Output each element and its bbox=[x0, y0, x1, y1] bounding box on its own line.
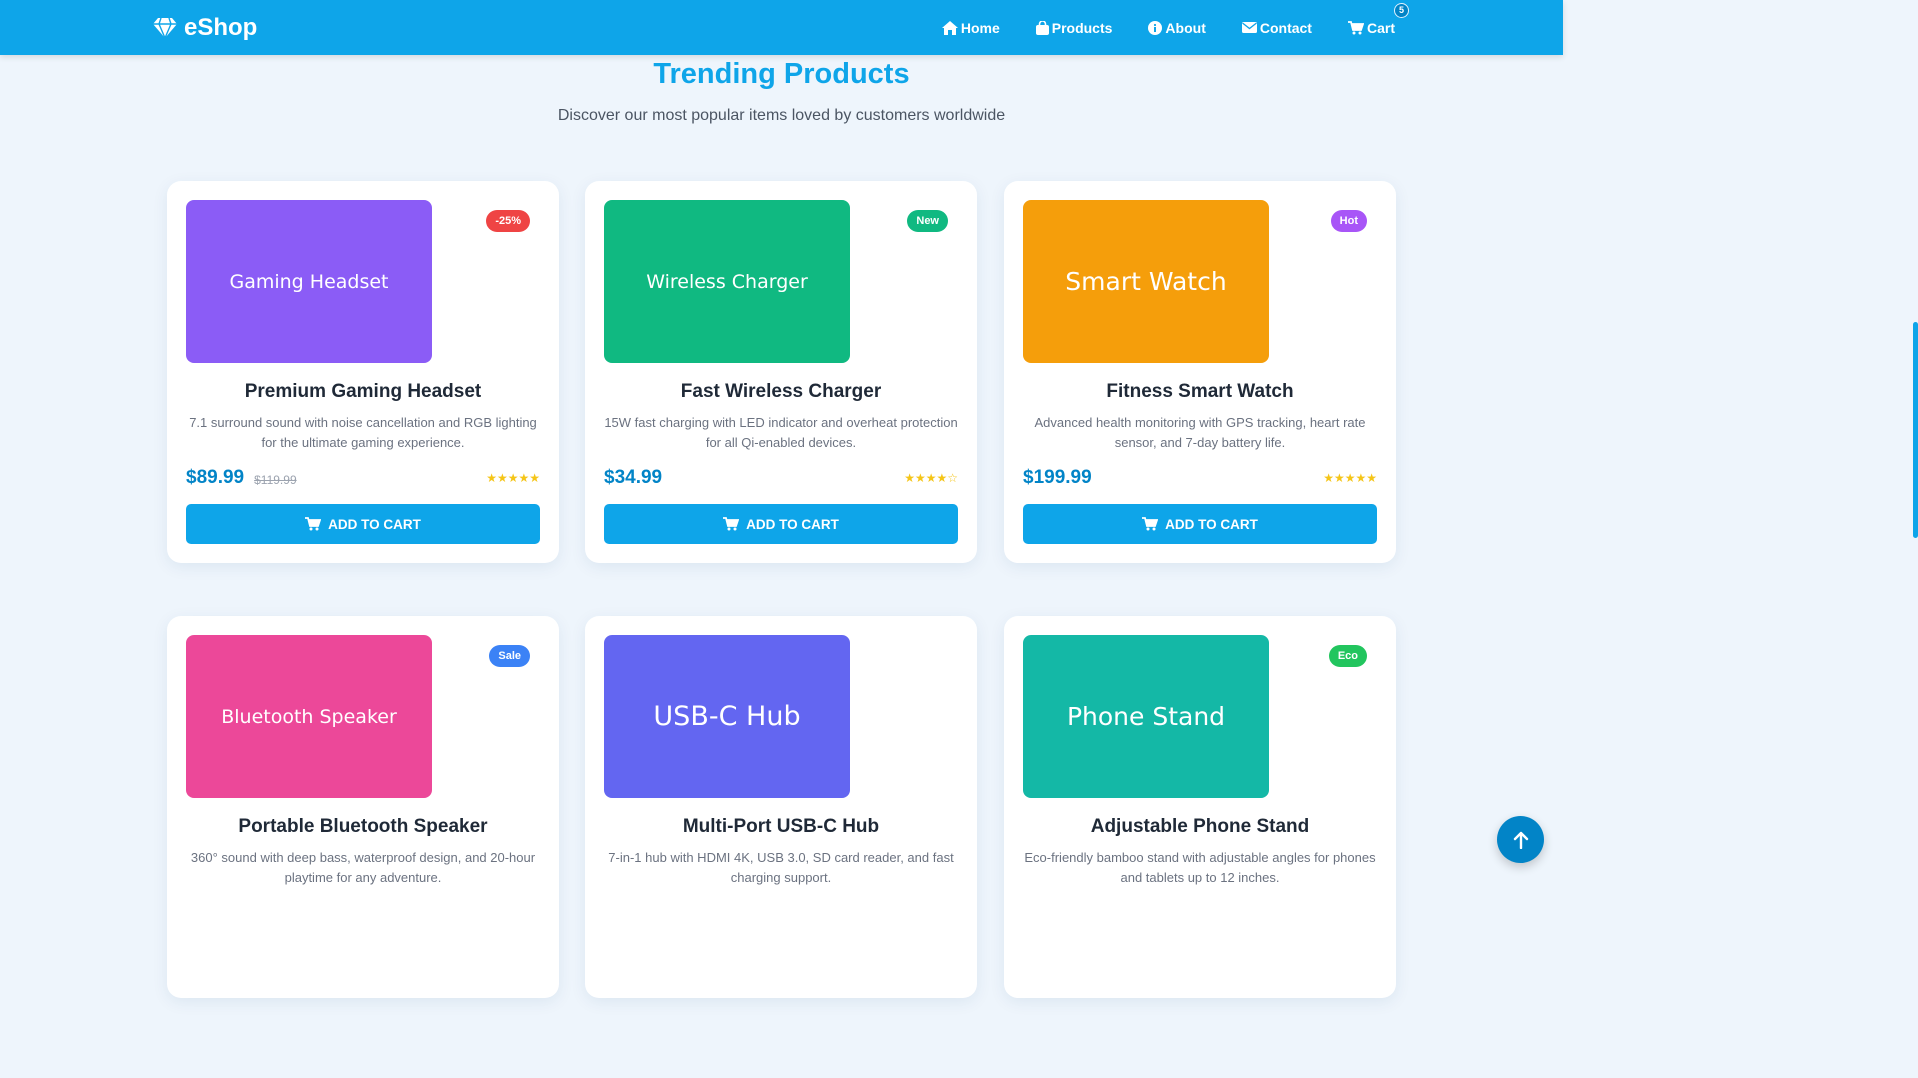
navbar: eShop Home Products About Contact Cart 5 bbox=[0, 0, 1563, 55]
add-to-cart-button[interactable]: ADD TO CART bbox=[604, 504, 958, 544]
nav-menu: Home Products About Contact Cart 5 bbox=[941, 0, 1409, 55]
product-description: 7.1 surround sound with noise cancellati… bbox=[189, 415, 537, 450]
add-to-cart-button[interactable]: ADD TO CART bbox=[1023, 504, 1377, 544]
hot-badge: Hot bbox=[1330, 210, 1367, 232]
nav-cart-label: Cart bbox=[1366, 19, 1395, 36]
nav-home-label: Home bbox=[960, 19, 1000, 36]
brand-name: eShop bbox=[184, 14, 258, 41]
cart-icon bbox=[1142, 517, 1159, 531]
brand-logo[interactable]: eShop bbox=[152, 12, 257, 44]
section-subtitle: Discover our most popular items loved by… bbox=[557, 107, 1006, 124]
discount-badge: -25% bbox=[486, 210, 530, 232]
cart-count-badge: 5 bbox=[1394, 2, 1409, 18]
nav-contact-label: Contact bbox=[1259, 19, 1312, 36]
price-row: $199.99 ★★★★★ bbox=[1023, 466, 1377, 490]
cart-icon bbox=[723, 517, 740, 531]
add-to-cart-button[interactable]: ADD TO CART bbox=[186, 504, 540, 544]
rating-stars: ★★★★★ bbox=[486, 471, 540, 485]
product-card: Bluetooth Speaker Sale Portable Bluetoot… bbox=[167, 616, 559, 998]
nav-products-label: Products bbox=[1051, 19, 1113, 36]
home-icon bbox=[941, 20, 958, 35]
nav-products[interactable]: Products bbox=[1035, 19, 1113, 36]
product-image-label: Bluetooth Speaker bbox=[221, 705, 397, 728]
product-title[interactable]: Premium Gaming Headset bbox=[167, 381, 559, 403]
product-image[interactable]: Smart Watch bbox=[1023, 200, 1269, 363]
nav-cart[interactable]: Cart 5 bbox=[1347, 2, 1409, 36]
gem-icon bbox=[153, 17, 177, 39]
product-title[interactable]: Fast Wireless Charger bbox=[585, 381, 977, 403]
product-title[interactable]: Multi-Port USB-C Hub bbox=[585, 816, 977, 838]
back-to-top-button[interactable] bbox=[1497, 816, 1544, 863]
product-card: Smart Watch Hot Fitness Smart Watch Adva… bbox=[1004, 181, 1396, 563]
product-description: Advanced health monitoring with GPS trac… bbox=[1034, 415, 1366, 450]
add-to-cart-label: ADD TO CART bbox=[328, 516, 421, 532]
product-image-label: Phone Stand bbox=[1066, 702, 1226, 731]
product-image[interactable]: Bluetooth Speaker bbox=[186, 635, 432, 798]
nav-about[interactable]: About bbox=[1148, 19, 1206, 36]
product-description: 360° sound with deep bass, waterproof de… bbox=[190, 850, 536, 885]
envelope-icon bbox=[1241, 22, 1257, 33]
section-title: Trending Products bbox=[653, 58, 910, 90]
price-row: $34.99 ★★★★☆ bbox=[604, 466, 958, 490]
product-price: $199.99 bbox=[1023, 467, 1092, 488]
product-image[interactable]: Wireless Charger bbox=[604, 200, 850, 363]
rating-stars: ★★★★★ bbox=[1323, 471, 1377, 485]
add-to-cart-label: ADD TO CART bbox=[1165, 516, 1258, 532]
nav-home[interactable]: Home bbox=[941, 19, 1000, 36]
product-description: 15W fast charging with LED indicator and… bbox=[604, 415, 958, 450]
cart-icon bbox=[305, 517, 322, 531]
arrow-up-icon bbox=[1513, 831, 1528, 849]
rating-stars: ★★★★☆ bbox=[904, 471, 958, 485]
product-description: Eco-friendly bamboo stand with adjustabl… bbox=[1024, 850, 1376, 885]
product-description: 7-in-1 hub with HDMI 4K, USB 3.0, SD car… bbox=[608, 850, 954, 885]
nav-about-label: About bbox=[1165, 19, 1206, 36]
bag-icon bbox=[1035, 20, 1049, 35]
product-image[interactable]: Gaming Headset bbox=[186, 200, 432, 363]
product-card: Wireless Charger New Fast Wireless Charg… bbox=[585, 181, 977, 563]
add-to-cart-label: ADD TO CART bbox=[746, 516, 839, 532]
product-image-label: Wireless Charger bbox=[646, 270, 808, 293]
product-card: Phone Stand Eco Adjustable Phone Stand E… bbox=[1004, 616, 1396, 998]
product-title[interactable]: Portable Bluetooth Speaker bbox=[167, 816, 559, 838]
cart-icon bbox=[1347, 20, 1364, 34]
product-image-label: Gaming Headset bbox=[229, 270, 389, 293]
product-price: $89.99 bbox=[186, 467, 245, 488]
product-image[interactable]: Phone Stand bbox=[1023, 635, 1269, 798]
nav-contact[interactable]: Contact bbox=[1241, 19, 1312, 36]
product-title[interactable]: Fitness Smart Watch bbox=[1004, 381, 1396, 403]
new-badge: New bbox=[907, 210, 948, 232]
price-row: $89.99 $119.99 ★★★★★ bbox=[186, 466, 540, 490]
product-image-label: Smart Watch bbox=[1065, 267, 1227, 296]
info-icon bbox=[1148, 20, 1163, 35]
sale-badge: Sale bbox=[489, 645, 530, 667]
product-card: Gaming Headset -25% Premium Gaming Heads… bbox=[167, 181, 559, 563]
product-title[interactable]: Adjustable Phone Stand bbox=[1004, 816, 1396, 838]
product-image-label: USB-C Hub bbox=[653, 701, 801, 732]
scrollbar[interactable] bbox=[1913, 0, 1918, 881]
product-card: USB-C Hub Multi-Port USB-C Hub 7-in-1 hu… bbox=[585, 616, 977, 998]
product-price: $34.99 bbox=[604, 467, 663, 488]
product-image[interactable]: USB-C Hub bbox=[604, 635, 850, 798]
product-old-price: $119.99 bbox=[254, 472, 297, 487]
eco-badge: Eco bbox=[1328, 645, 1367, 667]
scrollbar-thumb[interactable] bbox=[1913, 322, 1918, 538]
